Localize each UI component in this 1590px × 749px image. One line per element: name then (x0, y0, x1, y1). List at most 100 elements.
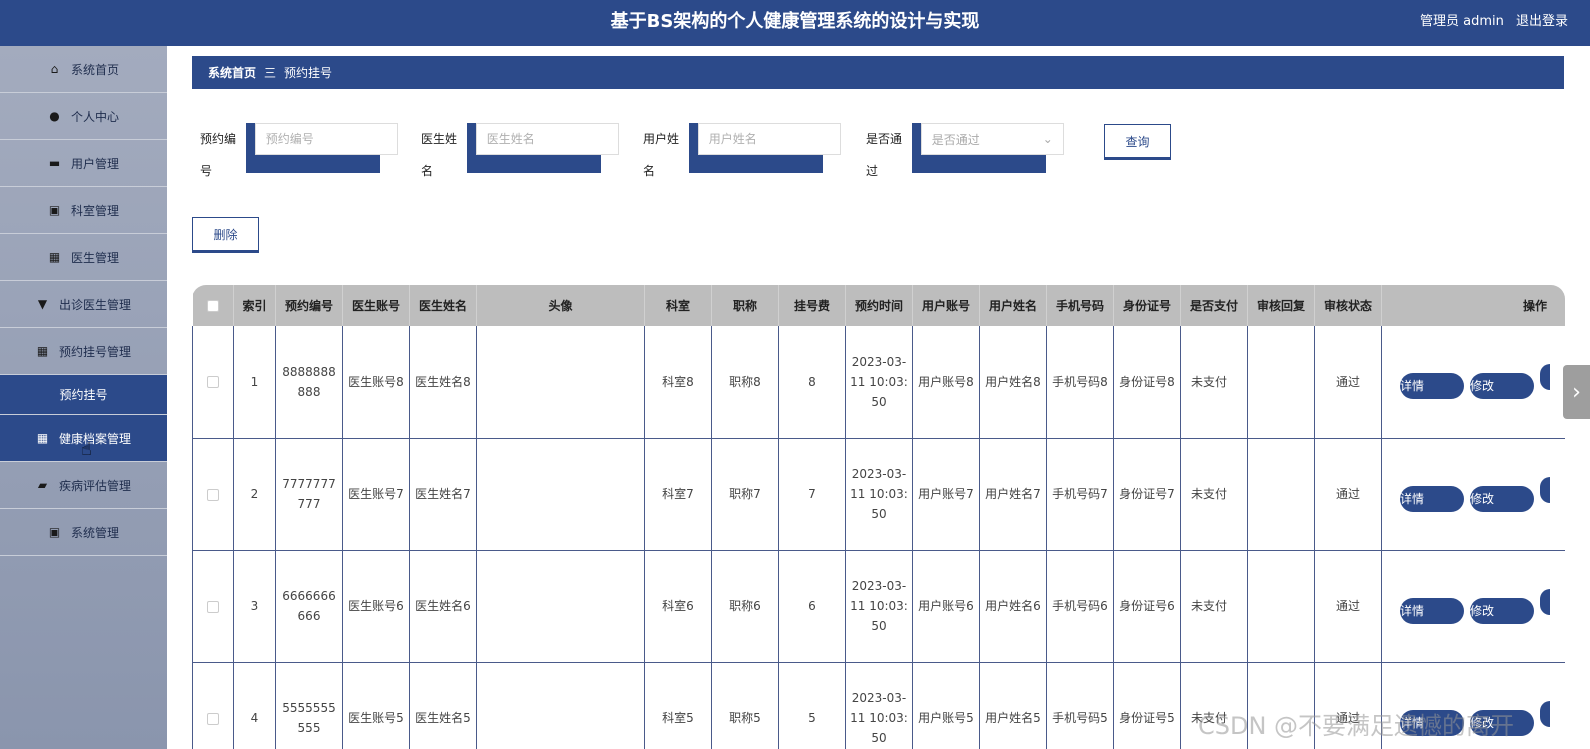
cell-id-number: 身份证号5 (1113, 662, 1181, 749)
sidebar-item-visiting-doctors[interactable]: ▼ 出诊医生管理 (0, 281, 167, 328)
cell-department: 科室8 (644, 326, 712, 439)
sidebar-item-label: 健康档案管理 (58, 431, 131, 446)
cell-reply (1247, 326, 1315, 439)
user-area: 管理员 admin 退出登录 (1412, 0, 1568, 44)
cell-user-account: 用户账号6 (912, 550, 980, 663)
edit-button[interactable]: 修改 (1470, 373, 1534, 400)
cell-doctor-name: 医生姓名5 (409, 662, 477, 749)
cell-phone: 手机号码5 (1046, 662, 1114, 749)
breadcrumb-separator: 三 (264, 66, 277, 80)
sidebar-item-personal[interactable]: ● 个人中心 (0, 93, 167, 140)
cell-avatar (476, 662, 645, 749)
cell-doctor-account: 医生账号7 (342, 438, 410, 551)
cell-reply (1247, 438, 1315, 551)
briefcase-icon: ▬ (48, 156, 61, 170)
cell-department: 科室5 (644, 662, 712, 749)
cell-fee: 8 (778, 326, 846, 439)
search-field-approved: 是否通过 是否通过 ⌄ (866, 123, 1064, 187)
breadcrumb-home[interactable]: 系统首页 (208, 64, 256, 81)
appt-no-label: 预约编号 (200, 132, 237, 178)
cell-appt-no: 5555555555 (275, 662, 343, 749)
cell-doctor-name: 医生姓名6 (409, 550, 477, 663)
cell-title: 职称7 (711, 438, 779, 551)
column-header: 用户账号 (912, 285, 980, 326)
select-frame: 是否通过 ⌄ (911, 123, 1064, 173)
cell-index: 3 (233, 550, 276, 663)
user-name-input[interactable] (697, 123, 841, 155)
row-select-cell (192, 326, 234, 439)
breadcrumb: 系统首页 三 预约挂号 (192, 56, 1564, 89)
delete-button[interactable]: 删除 (192, 217, 259, 251)
sidebar-item-users[interactable]: ▬ 用户管理 (0, 140, 167, 187)
sidebar-item-disease-eval[interactable]: ▰ 疾病评估管理 (0, 462, 167, 509)
delete-row-button[interactable] (1540, 700, 1550, 727)
appt-no-input[interactable] (254, 123, 398, 155)
logout-link[interactable]: 退出登录 (1516, 14, 1568, 29)
edit-button[interactable]: 修改 (1470, 597, 1534, 624)
sidebar-item-home[interactable]: ⌂ 系统首页 (0, 46, 167, 93)
row-checkbox[interactable] (207, 600, 219, 613)
row-checkbox[interactable] (207, 712, 219, 725)
clipboard-check-icon: ▣ (48, 525, 61, 539)
user-name-label: 用户姓名 (643, 132, 680, 178)
cell-id-number: 身份证号7 (1113, 438, 1181, 551)
cell-avatar (476, 438, 645, 551)
column-header: 职称 (711, 285, 779, 326)
cell-department: 科室7 (644, 438, 712, 551)
delete-row-button[interactable] (1540, 476, 1550, 503)
cell-doctor-account: 医生账号6 (342, 550, 410, 663)
query-button[interactable]: 查询 (1104, 124, 1171, 158)
sidebar-subitem-appointment[interactable]: 预约挂号 (0, 375, 167, 415)
grid-icon: ▦ (36, 344, 49, 358)
cell-avatar (476, 550, 645, 663)
chevron-down-icon: ⌄ (1042, 132, 1053, 146)
cell-phone: 手机号码7 (1046, 438, 1114, 551)
cell-doctor-account: 医生账号8 (342, 326, 410, 439)
sidebar-item-departments[interactable]: ▣ 科室管理 (0, 187, 167, 234)
input-frame (466, 123, 619, 173)
cell-user-name: 用户姓名8 (979, 326, 1047, 439)
doctor-name-input[interactable] (475, 123, 619, 155)
column-header: 手机号码 (1046, 285, 1114, 326)
sidebar-item-label: 出诊医生管理 (58, 297, 131, 312)
cell-user-account: 用户账号8 (912, 326, 980, 439)
cell-title: 职称8 (711, 326, 779, 439)
approved-label: 是否通过 (866, 132, 903, 178)
cell-reply (1247, 550, 1315, 663)
cell-doctor-name: 医生姓名7 (409, 438, 477, 551)
cell-paid: 未支付 (1180, 438, 1248, 551)
row-select-cell (192, 662, 234, 749)
edit-button[interactable]: 修改 (1470, 485, 1534, 512)
cell-user-name: 用户姓名7 (979, 438, 1047, 551)
search-field-doctor-name: 医生姓名 (421, 123, 619, 187)
sidebar-item-appointment-mgmt[interactable]: ▦ 预约挂号管理 (0, 328, 167, 375)
select-all-checkbox[interactable] (206, 300, 219, 312)
cell-user-account: 用户账号7 (912, 438, 980, 551)
detail-button[interactable]: 详情 (1400, 373, 1464, 400)
search-field-user-name: 用户姓名 (643, 123, 841, 187)
table-row: 1 8888888888 医生账号8 医生姓名8 科室8 职称8 8 2023-… (192, 326, 1565, 439)
column-header: 身份证号 (1113, 285, 1181, 326)
grid-icon: ▦ (36, 431, 49, 445)
cell-appt-no: 8888888888 (275, 326, 343, 439)
sidebar-item-label: 医生管理 (70, 250, 119, 265)
cell-phone: 手机号码8 (1046, 326, 1114, 439)
approved-select[interactable]: 是否通过 ⌄ (920, 123, 1064, 155)
cell-title: 职称6 (711, 550, 779, 663)
sidebar-item-label: 系统首页 (70, 62, 119, 77)
chevron-right-icon[interactable]: › (1563, 365, 1590, 419)
pin-icon: ▼ (37, 297, 48, 311)
cell-fee: 6 (778, 550, 846, 663)
delete-row-button[interactable] (1540, 588, 1550, 615)
column-header: 是否支付 (1180, 285, 1248, 326)
detail-button[interactable]: 详情 (1400, 597, 1464, 624)
doctor-name-label: 医生姓名 (421, 132, 458, 178)
sidebar-item-doctors[interactable]: ▦ 医生管理 (0, 234, 167, 281)
sidebar-item-system[interactable]: ▣ 系统管理 (0, 509, 167, 556)
row-checkbox[interactable] (207, 376, 219, 389)
column-header: 审核状态 (1314, 285, 1382, 326)
detail-button[interactable]: 详情 (1400, 485, 1464, 512)
delete-row-button[interactable] (1540, 364, 1550, 391)
row-checkbox[interactable] (207, 488, 219, 501)
search-field-appt-no: 预约编号 (200, 123, 398, 187)
